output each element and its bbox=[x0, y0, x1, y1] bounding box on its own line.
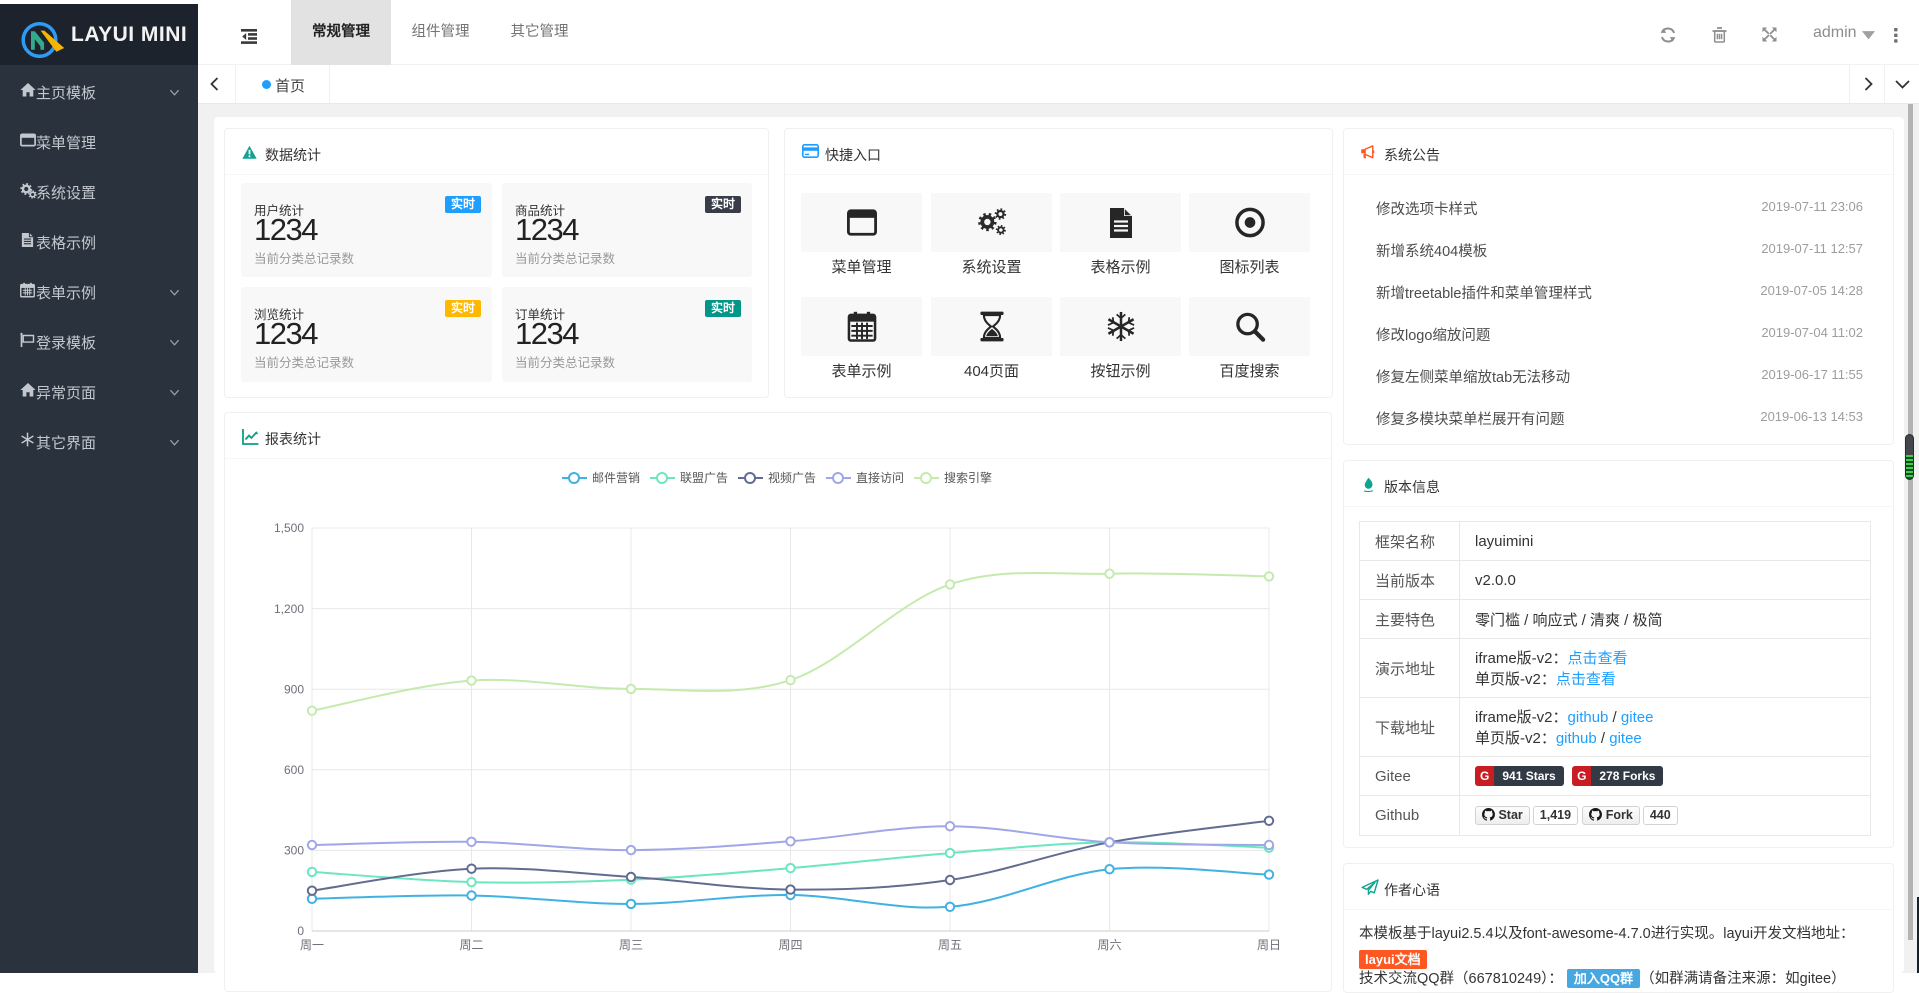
svg-text:视频广告: 视频广告 bbox=[768, 470, 816, 485]
svg-text:300: 300 bbox=[284, 844, 304, 858]
svg-text:周一: 周一 bbox=[300, 938, 324, 952]
svg-text:邮件营销: 邮件营销 bbox=[592, 471, 640, 485]
svg-text:1,500: 1,500 bbox=[274, 521, 304, 535]
svg-text:联盟广告: 联盟广告 bbox=[680, 471, 728, 485]
svg-text:周三: 周三 bbox=[619, 938, 643, 952]
svg-text:周六: 周六 bbox=[1097, 938, 1121, 952]
svg-text:周五: 周五 bbox=[938, 938, 962, 952]
svg-text:周日: 周日 bbox=[1257, 938, 1281, 952]
svg-text:600: 600 bbox=[284, 763, 304, 777]
svg-text:1,200: 1,200 bbox=[274, 602, 304, 616]
svg-text:900: 900 bbox=[284, 682, 304, 696]
svg-text:搜索引擎: 搜索引擎 bbox=[944, 470, 992, 485]
svg-text:直接访问: 直接访问 bbox=[856, 470, 904, 485]
svg-text:周二: 周二 bbox=[459, 938, 483, 952]
svg-text:0: 0 bbox=[297, 924, 304, 938]
svg-text:周四: 周四 bbox=[778, 938, 802, 952]
